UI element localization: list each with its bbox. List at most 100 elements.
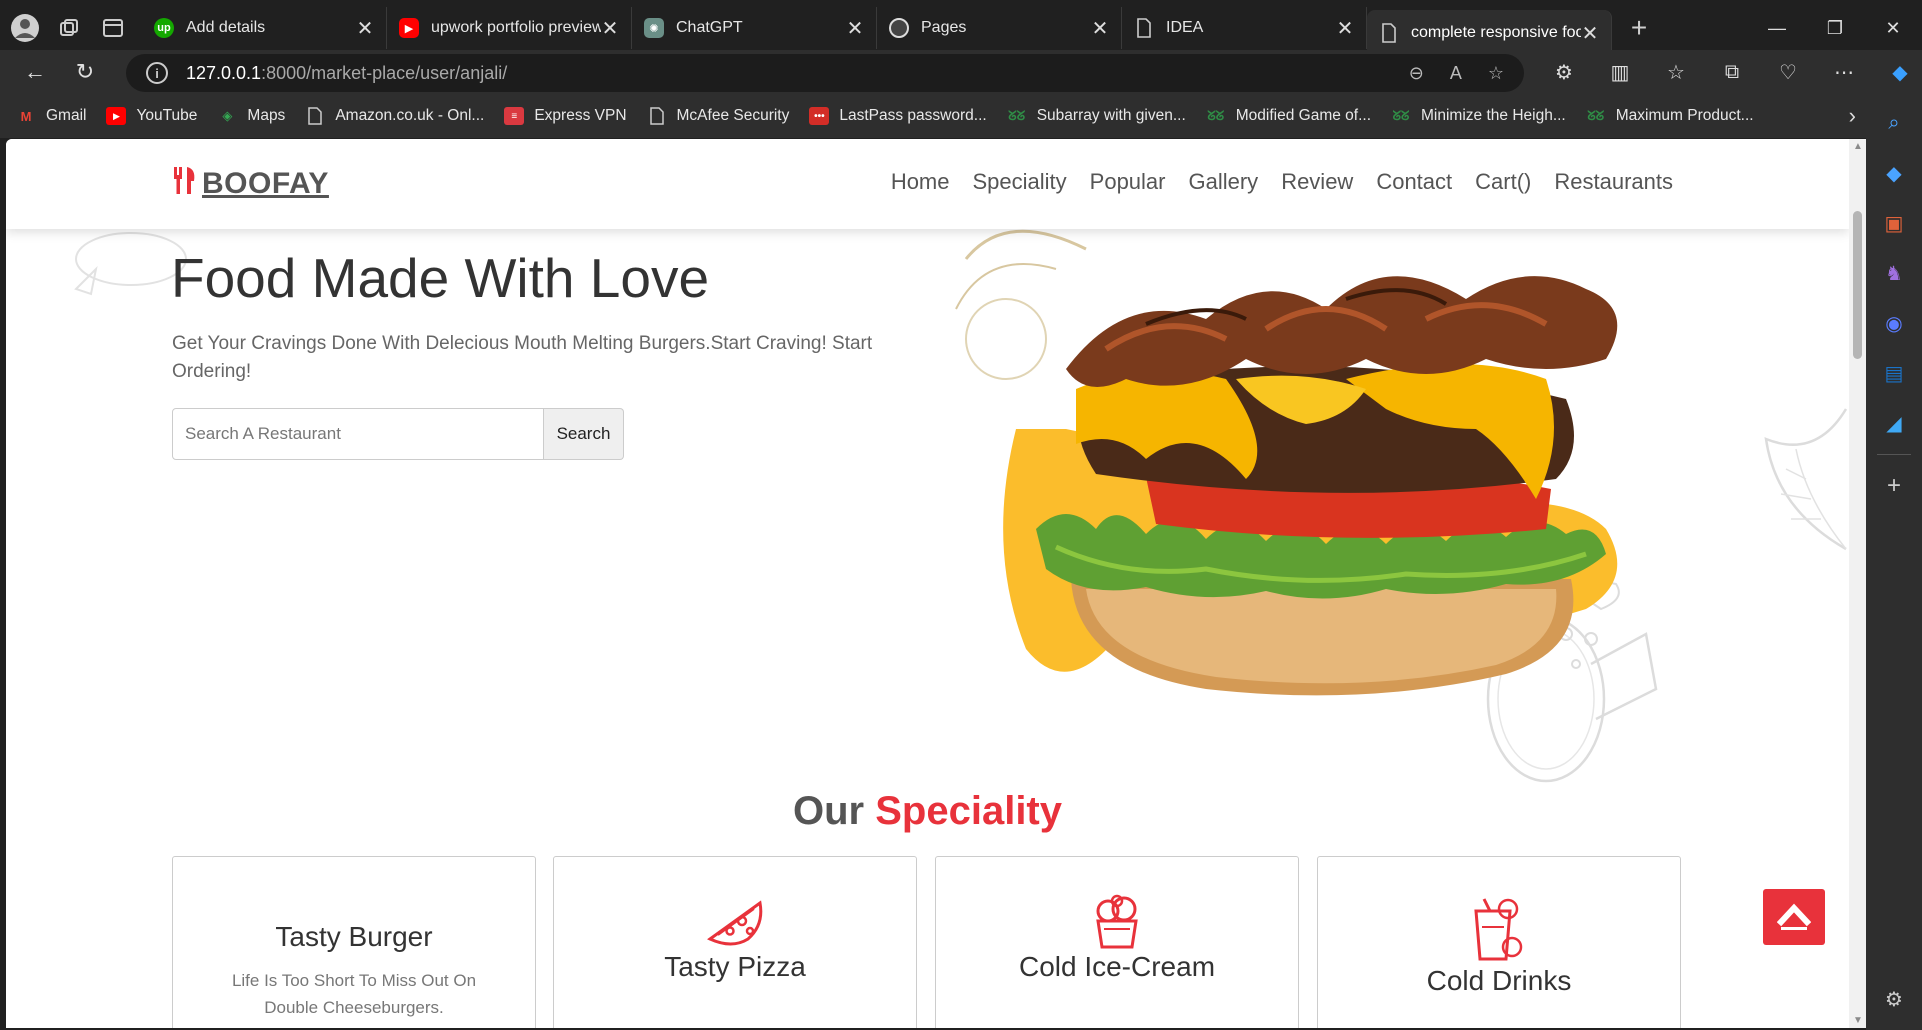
bookmark-mcafee[interactable]: McAfee Security [647, 107, 789, 125]
bookmark-label: Subarray with given... [1036, 107, 1186, 124]
page-scrollbar[interactable]: ▲ ▼ [1849, 139, 1866, 1028]
bookmark-label: YouTube [136, 107, 198, 124]
search-button[interactable]: Search [544, 408, 624, 460]
collections-icon[interactable]: ⧉ [1704, 61, 1760, 84]
games-icon[interactable]: ♞ [1866, 248, 1922, 298]
close-icon[interactable]: ✕ [1581, 21, 1599, 46]
toolbar-actions: ⚙ ▥ ☆ ⧉ ♡ ⋯ ◆ [1536, 50, 1922, 94]
close-icon[interactable]: ✕ [1336, 16, 1354, 41]
bookmark-label: Modified Game of... [1235, 107, 1372, 124]
nav-contact[interactable]: Contact [1376, 169, 1452, 195]
outlook-icon[interactable]: ▤ [1866, 348, 1922, 398]
url-host: 127.0.0.1 [186, 62, 262, 83]
search-icon[interactable]: ⌕ [1866, 98, 1922, 148]
tab-chatgpt[interactable]: ✺ ChatGPT ✕ [632, 7, 877, 49]
speciality-card-icecream[interactable]: Cold Ice-Cream [935, 856, 1299, 1028]
bookmark-modified-game[interactable]: ᘜᘜ Modified Game of... [1206, 107, 1371, 125]
scroll-top-button[interactable] [1763, 889, 1825, 945]
upwork-icon: up [154, 18, 174, 38]
bookmark-label: LastPass password... [839, 107, 987, 124]
gfg-icon: ᘜᘜ [1008, 108, 1026, 123]
bookmark-amazon[interactable]: Amazon.co.uk - Onl... [305, 107, 484, 125]
close-icon[interactable]: ✕ [601, 16, 619, 41]
speciality-card-burger[interactable]: Tasty Burger Life Is Too Short To Miss O… [172, 856, 536, 1028]
scroll-up-arrow-icon[interactable]: ▲ [1853, 141, 1863, 152]
extensions-icon[interactable]: ⚙ [1536, 60, 1592, 85]
nav-restaurants[interactable]: Restaurants [1554, 169, 1673, 195]
main-nav: Home Speciality Popular Gallery Review C… [891, 169, 1673, 195]
gfg-icon: ᘜᘜ [1587, 108, 1605, 123]
close-icon[interactable]: ✕ [356, 16, 374, 41]
gfg-icon: ᘜᘜ [1392, 108, 1410, 123]
settings-gear-icon[interactable]: ⚙ [1866, 974, 1922, 1024]
speciality-card-pizza[interactable]: Tasty Pizza [553, 856, 917, 1028]
card-text: Life Is Too Short To Miss Out On Double … [231, 971, 477, 1017]
new-tab-icon[interactable]: + [1620, 9, 1658, 47]
hero-text: Get Your Cravings Done With Delecious Mo… [172, 333, 873, 382]
back-icon[interactable]: ← [10, 50, 60, 94]
add-icon[interactable]: + [1866, 461, 1922, 511]
reload-icon[interactable]: ↻ [60, 50, 110, 94]
drop-icon[interactable]: ◢ [1866, 398, 1922, 448]
favorites-icon[interactable]: ☆ [1648, 60, 1704, 85]
copilot-icon[interactable]: ◆ [1872, 60, 1922, 85]
page-icon [647, 107, 667, 125]
more-options-icon[interactable]: ⋯ [1816, 60, 1872, 85]
close-window-icon[interactable]: ✕ [1864, 0, 1922, 56]
favorite-star-icon[interactable]: ☆ [1488, 63, 1504, 84]
tab-pages[interactable]: Pages ✕ [877, 7, 1122, 49]
address-bar-row: ← ↻ i 127.0.0.1:8000/market-place/user/a… [0, 50, 1922, 94]
minimize-icon[interactable]: — [1748, 0, 1806, 56]
close-icon[interactable]: ✕ [846, 16, 864, 41]
nav-gallery[interactable]: Gallery [1189, 169, 1259, 195]
close-icon[interactable]: ✕ [1091, 16, 1109, 41]
restore-icon[interactable]: ❐ [1806, 0, 1864, 56]
bookmark-gmail[interactable]: M Gmail [16, 107, 87, 125]
card-title: Cold Drinks [1426, 965, 1572, 996]
speciality-card-drinks[interactable]: Cold Drinks [1317, 856, 1681, 1028]
hero-burger-image [946, 229, 1686, 769]
tab-upwork-portfolio[interactable]: ▶ upwork portfolio preview ✕ [387, 7, 632, 49]
nav-review[interactable]: Review [1281, 169, 1353, 195]
workspaces-icon[interactable] [50, 9, 88, 47]
profile-avatar-icon[interactable] [6, 9, 44, 47]
shopping-icon[interactable]: ◆ [1866, 148, 1922, 198]
tab-actions-icon[interactable] [94, 9, 132, 47]
card-title: Tasty Burger [275, 921, 433, 952]
bookmark-minimize-height[interactable]: ᘜᘜ Minimize the Heigh... [1391, 107, 1566, 125]
page-icon [1379, 23, 1399, 43]
nav-cart[interactable]: Cart() [1475, 169, 1531, 195]
bookmark-youtube[interactable]: ▶ YouTube [106, 107, 197, 125]
bookmark-subarray[interactable]: ᘜᘜ Subarray with given... [1007, 107, 1186, 125]
bookmark-expressvpn[interactable]: ≡ Express VPN [504, 107, 627, 125]
zoom-icon[interactable]: ⊖ [1409, 63, 1424, 84]
scroll-down-arrow-icon[interactable]: ▼ [1853, 1015, 1863, 1026]
bookmark-maximum-product[interactable]: ᘜᘜ Maximum Product... [1586, 107, 1754, 125]
bookmark-maps[interactable]: ◈ Maps [217, 107, 285, 125]
nav-popular[interactable]: Popular [1090, 169, 1166, 195]
copilot-sidebar-icon[interactable]: ◉ [1866, 298, 1922, 348]
youtube-icon: ▶ [106, 107, 127, 125]
tab-title: IDEA [1166, 19, 1204, 36]
split-screen-icon[interactable]: ▥ [1592, 60, 1648, 85]
browser-essentials-icon[interactable]: ♡ [1760, 60, 1816, 85]
scrollbar-thumb[interactable] [1853, 211, 1862, 359]
read-aloud-icon[interactable]: A [1450, 63, 1462, 84]
url-bar[interactable]: i 127.0.0.1:8000/market-place/user/anjal… [126, 54, 1524, 92]
tools-icon[interactable]: ▣ [1866, 198, 1922, 248]
search-input[interactable] [172, 408, 544, 460]
nav-home[interactable]: Home [891, 169, 950, 195]
bookmark-lastpass[interactable]: ••• LastPass password... [809, 107, 987, 125]
tab-add-details[interactable]: up Add details ✕ [142, 7, 387, 49]
site-info-icon[interactable]: i [146, 62, 168, 84]
pizza-icon [554, 893, 916, 951]
site-logo[interactable]: BOOFAY [172, 165, 329, 202]
tab-idea[interactable]: IDEA ✕ [1122, 7, 1367, 49]
nav-speciality[interactable]: Speciality [973, 169, 1067, 195]
chevron-right-icon[interactable]: › [1849, 103, 1856, 129]
youtube-icon: ▶ [399, 18, 419, 38]
bookmark-label: Maximum Product... [1615, 107, 1754, 124]
chatgpt-icon: ✺ [644, 18, 664, 38]
lastpass-icon: ••• [809, 107, 830, 125]
logo-text: BOOFAY [202, 166, 329, 200]
